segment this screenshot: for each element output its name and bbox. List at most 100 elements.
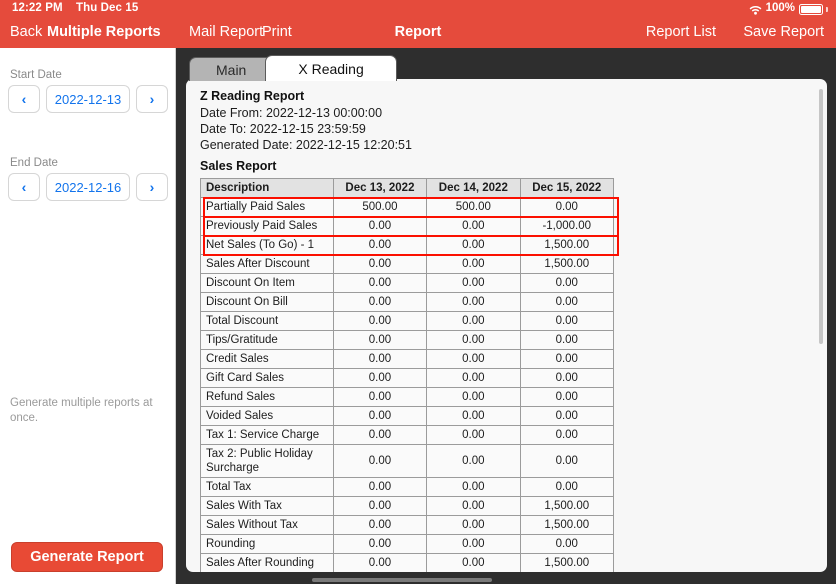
row-description: Rounding [200,534,334,554]
row-value: 0.00 [332,515,428,535]
row-value: 0.00 [332,534,428,554]
row-value: 0.00 [426,406,521,426]
table-row: Rounding 0.00 0.00 0.00 [200,534,615,554]
row-value: 0.00 [519,444,615,478]
horizontal-scrollbar[interactable] [312,578,492,582]
report-title: Z Reading Report [200,89,305,103]
table-row: Previously Paid Sales 0.00 0.00 -1,000.00 [200,216,615,236]
row-value: 500.00 [332,197,428,217]
row-value: 0.00 [426,477,521,497]
row-value: 0.00 [519,311,615,331]
row-value: 1,500.00 [519,254,615,274]
row-value: 0.00 [519,349,615,369]
table-header-row: Description Dec 13, 2022 Dec 14, 2022 De… [200,178,615,198]
row-value: 0.00 [332,349,428,369]
table-row: Sales With Tax 0.00 0.00 1,500.00 [200,496,615,516]
row-value: 1,500.00 [519,515,615,535]
save-report-button[interactable]: Save Report [743,23,824,42]
row-value: 0.00 [519,425,615,445]
end-date-picker: ‹ 2022-12-16 › [8,173,168,201]
report-date-from: Date From: 2022-12-13 00:00:00 [200,106,383,120]
generate-report-button[interactable]: Generate Report [11,542,163,572]
row-value: 0.00 [332,496,428,516]
row-value: 0.00 [426,444,521,478]
row-value: 0.00 [332,292,428,312]
row-description: Sales Without Tax [200,515,334,535]
row-value: 0.00 [519,292,615,312]
row-value: 500.00 [426,197,521,217]
row-value: 1,500.00 [519,496,615,516]
row-value: 0.00 [426,292,521,312]
row-value: 0.00 [426,368,521,388]
nav-bar: Back Multiple Reports Mail Report Print … [0,18,836,48]
row-description: Credit Sales [200,349,334,369]
report-generated-date: Generated Date: 2022-12-15 12:20:51 [200,138,412,152]
report-header: Z Reading Report Date From: 2022-12-13 0… [200,88,412,153]
row-value: 0.00 [426,311,521,331]
row-value: 0.00 [332,216,428,236]
row-description: Sales With Tax [200,496,334,516]
sales-table: Description Dec 13, 2022 Dec 14, 2022 De… [200,178,615,572]
battery-icon [799,3,823,15]
row-value: -1,000.00 [519,216,615,236]
start-date-prev-button[interactable]: ‹ [8,85,40,113]
end-date-prev-button[interactable]: ‹ [8,173,40,201]
row-description: Sales After Rounding [200,553,334,572]
row-description: Sales After Discount [200,254,334,274]
row-description: Tax 1: Service Charge [200,425,334,445]
row-description: Tips/Gratitude [200,330,334,350]
row-value: 0.00 [332,425,428,445]
row-description: Discount On Item [200,273,334,293]
row-value: 0.00 [332,235,428,255]
column-header-date-3: Dec 15, 2022 [519,178,615,198]
tab-strip: Main X Reading [189,55,397,81]
row-description: Partially Paid Sales [200,197,334,217]
row-description: Previously Paid Sales [200,216,334,236]
row-value: 0.00 [332,311,428,331]
sidebar: Start Date ‹ 2022-12-13 › End Date ‹ 202… [0,48,176,584]
sales-table-header: Description Dec 13, 2022 Dec 14, 2022 De… [200,178,615,198]
row-value: 0.00 [426,273,521,293]
report-content-card: Z Reading Report Date From: 2022-12-13 0… [186,79,827,572]
row-value: 0.00 [426,254,521,274]
battery-nub-icon [826,6,828,12]
column-header-date-2: Dec 14, 2022 [426,178,521,198]
row-description: Voided Sales [200,406,334,426]
report-list-button[interactable]: Report List [646,23,716,42]
row-description: Total Discount [200,311,334,331]
row-value: 0.00 [332,406,428,426]
sidebar-hint-text: Generate multiple reports at once. [10,397,153,424]
table-row: Refund Sales 0.00 0.00 0.00 [200,387,615,407]
table-row: Tips/Gratitude 0.00 0.00 0.00 [200,330,615,350]
end-date-value[interactable]: 2022-12-16 [46,173,130,201]
column-header-description: Description [200,178,334,198]
table-row: Gift Card Sales 0.00 0.00 0.00 [200,368,615,388]
start-date-next-button[interactable]: › [136,85,168,113]
row-value: 0.00 [519,197,615,217]
table-row: Sales Without Tax 0.00 0.00 1,500.00 [200,515,615,535]
row-description: Discount On Bill [200,292,334,312]
row-description: Net Sales (To Go) - 1 [200,235,334,255]
tab-main[interactable]: Main [189,57,274,81]
row-description: Tax 2: Public Holiday Surcharge [200,444,334,478]
start-date-value[interactable]: 2022-12-13 [46,85,130,113]
table-row: Net Sales (To Go) - 1 0.00 0.00 1,500.00 [200,235,615,255]
status-bar-right: 100% [749,2,828,15]
vertical-scrollbar[interactable] [819,89,823,344]
end-date-label: End Date [10,157,58,169]
status-bar: 12:22 PM Thu Dec 15 100% [0,0,836,18]
row-value: 1,500.00 [519,553,615,572]
sales-report-section-title: Sales Report [200,159,277,173]
row-value: 0.00 [426,425,521,445]
row-value: 0.00 [519,406,615,426]
table-row: Voided Sales 0.00 0.00 0.00 [200,406,615,426]
row-value: 0.00 [426,387,521,407]
row-value: 1,500.00 [519,235,615,255]
tab-x-reading[interactable]: X Reading [265,55,397,81]
table-row: Sales After Discount 0.00 0.00 1,500.00 [200,254,615,274]
column-header-date-1: Dec 13, 2022 [332,178,428,198]
table-row: Total Discount 0.00 0.00 0.00 [200,311,615,331]
end-date-next-button[interactable]: › [136,173,168,201]
table-row: Tax 1: Service Charge 0.00 0.00 0.00 [200,425,615,445]
row-value: 0.00 [519,477,615,497]
